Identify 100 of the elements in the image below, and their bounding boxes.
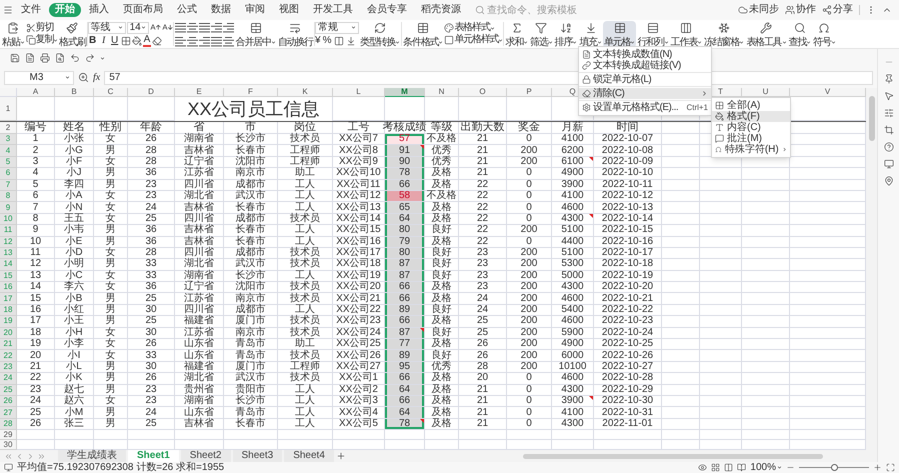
table-cell: 95 xyxy=(385,362,425,374)
table-cell: 2022-10-31 xyxy=(594,407,662,419)
table-cell: 200 xyxy=(507,282,552,294)
table-cell: 0 xyxy=(507,202,552,214)
table-cell: 女 xyxy=(94,214,128,226)
table-cell: 66 xyxy=(385,293,425,305)
table-cell: 80 xyxy=(385,225,425,237)
table-cell: 200 xyxy=(507,248,552,260)
table-cell: 男 xyxy=(94,236,128,248)
table-cell: 79 xyxy=(385,236,425,248)
table-cell: 21 xyxy=(459,145,507,157)
table-cell: 78 xyxy=(385,418,425,430)
sheet-title: XX公司员工信息 xyxy=(175,97,333,121)
table-cell: 工人 xyxy=(278,384,333,396)
table-cell: 长春市 xyxy=(224,145,278,157)
table-cell: 长春市 xyxy=(224,202,278,214)
table-cell: 2022-10-08 xyxy=(594,145,662,157)
table-cell: 0 xyxy=(507,134,552,146)
table-cell: 66 xyxy=(385,282,425,294)
table-cell: 57 xyxy=(385,134,425,146)
table-cell: 0 xyxy=(507,190,552,202)
table-cell: 4100 xyxy=(552,407,594,419)
table-cell: 21 xyxy=(459,156,507,168)
table-cell: 5300 xyxy=(552,259,594,271)
column-heading: 岗位 xyxy=(278,122,333,134)
table-cell: 良好 xyxy=(425,259,459,271)
table-cell: 36 xyxy=(128,236,175,248)
table-cell: 21 xyxy=(459,384,507,396)
table-cell: 12 xyxy=(17,259,55,271)
table-cell: 技术员 xyxy=(278,282,333,294)
table-cell: 25 xyxy=(17,407,55,419)
table-cell: 女 xyxy=(94,396,128,408)
table-cell: 男 xyxy=(94,384,128,396)
status-summary: 平均值=75.192307692308 计数=26 求和=1955 xyxy=(17,462,224,472)
table-cell: 女 xyxy=(94,190,128,202)
table-cell: 及格 xyxy=(425,168,459,180)
table-cell: 25 xyxy=(459,316,507,328)
table-cell: 2022-10-16 xyxy=(594,236,662,248)
table-cell: 0 xyxy=(507,180,552,191)
table-cell: 2022-10-28 xyxy=(594,373,662,385)
table-cell: 14 xyxy=(17,282,55,294)
table-cell: 19 xyxy=(17,339,55,350)
table-cell: 24 xyxy=(128,407,175,419)
column-heading: 时间 xyxy=(594,122,662,134)
table-cell: 及格 xyxy=(425,316,459,328)
table-cell: 武汉市 xyxy=(224,190,278,202)
table-cell: 女 xyxy=(94,202,128,214)
function-label: fx xyxy=(93,72,100,82)
table-cell: 不及格 xyxy=(425,190,459,202)
table-cell: 江苏省 xyxy=(175,168,224,180)
table-cell: 20 xyxy=(17,350,55,362)
table-cell: 山东省 xyxy=(175,350,224,362)
table-cell: 65 xyxy=(385,202,425,214)
table-cell: 17 xyxy=(17,316,55,328)
table-cell: 77 xyxy=(385,339,425,350)
table-cell: 22 xyxy=(459,202,507,214)
table-cell: 200 xyxy=(507,339,552,350)
table-cell: 6100 xyxy=(552,156,594,168)
table-cell: 5100 xyxy=(552,248,594,260)
table-cell: 张三 xyxy=(55,418,94,430)
table-cell: 0 xyxy=(507,407,552,419)
table-cell: 22 xyxy=(459,225,507,237)
table-cell: 及格 xyxy=(425,407,459,419)
column-heading: 市 xyxy=(224,122,278,134)
table-cell: 小E xyxy=(55,236,94,248)
table-cell: 男 xyxy=(94,293,128,305)
table-cell: 长春市 xyxy=(224,225,278,237)
table-cell: 7 xyxy=(17,202,55,214)
table-cell: 男 xyxy=(94,316,128,328)
table-cell: 3 xyxy=(17,156,55,168)
table-cell: 6 xyxy=(17,190,55,202)
table-cell: 技术员 xyxy=(278,259,333,271)
table-cell: 2022-10-13 xyxy=(594,202,662,214)
table-cell: 26 xyxy=(128,339,175,350)
table-cell: 吉林省 xyxy=(175,236,224,248)
table-cell: 男 xyxy=(94,373,128,385)
table-cell: 良好 xyxy=(425,225,459,237)
table-cell: 89 xyxy=(385,304,425,316)
table-cell: 及格 xyxy=(425,384,459,396)
table-cell: 25 xyxy=(128,214,175,226)
table-cell: 技术员 xyxy=(278,214,333,226)
table-cell: 80 xyxy=(385,248,425,260)
table-cell: 女 xyxy=(94,270,128,282)
table-cell: 2022-10-29 xyxy=(594,384,662,396)
table-cell: 小F xyxy=(55,156,94,168)
table-cell: 6200 xyxy=(552,145,594,157)
table-cell: 0 xyxy=(507,236,552,248)
table-cell: 2022-10-22 xyxy=(594,304,662,316)
table-cell: 工人 xyxy=(278,407,333,419)
table-cell: 男 xyxy=(94,259,128,271)
table-cell: 四川省 xyxy=(175,180,224,191)
table-cell: 及格 xyxy=(425,396,459,408)
table-cell: 小明 xyxy=(55,259,94,271)
table-cell: 2022-10-10 xyxy=(594,168,662,180)
table-cell: 江苏省 xyxy=(175,293,224,305)
table-cell: 女 xyxy=(94,350,128,362)
table-cell: 87 xyxy=(385,259,425,271)
table-cell: 28 xyxy=(128,145,175,157)
table-cell: 64 xyxy=(385,407,425,419)
table-cell: 2022-10-21 xyxy=(594,293,662,305)
